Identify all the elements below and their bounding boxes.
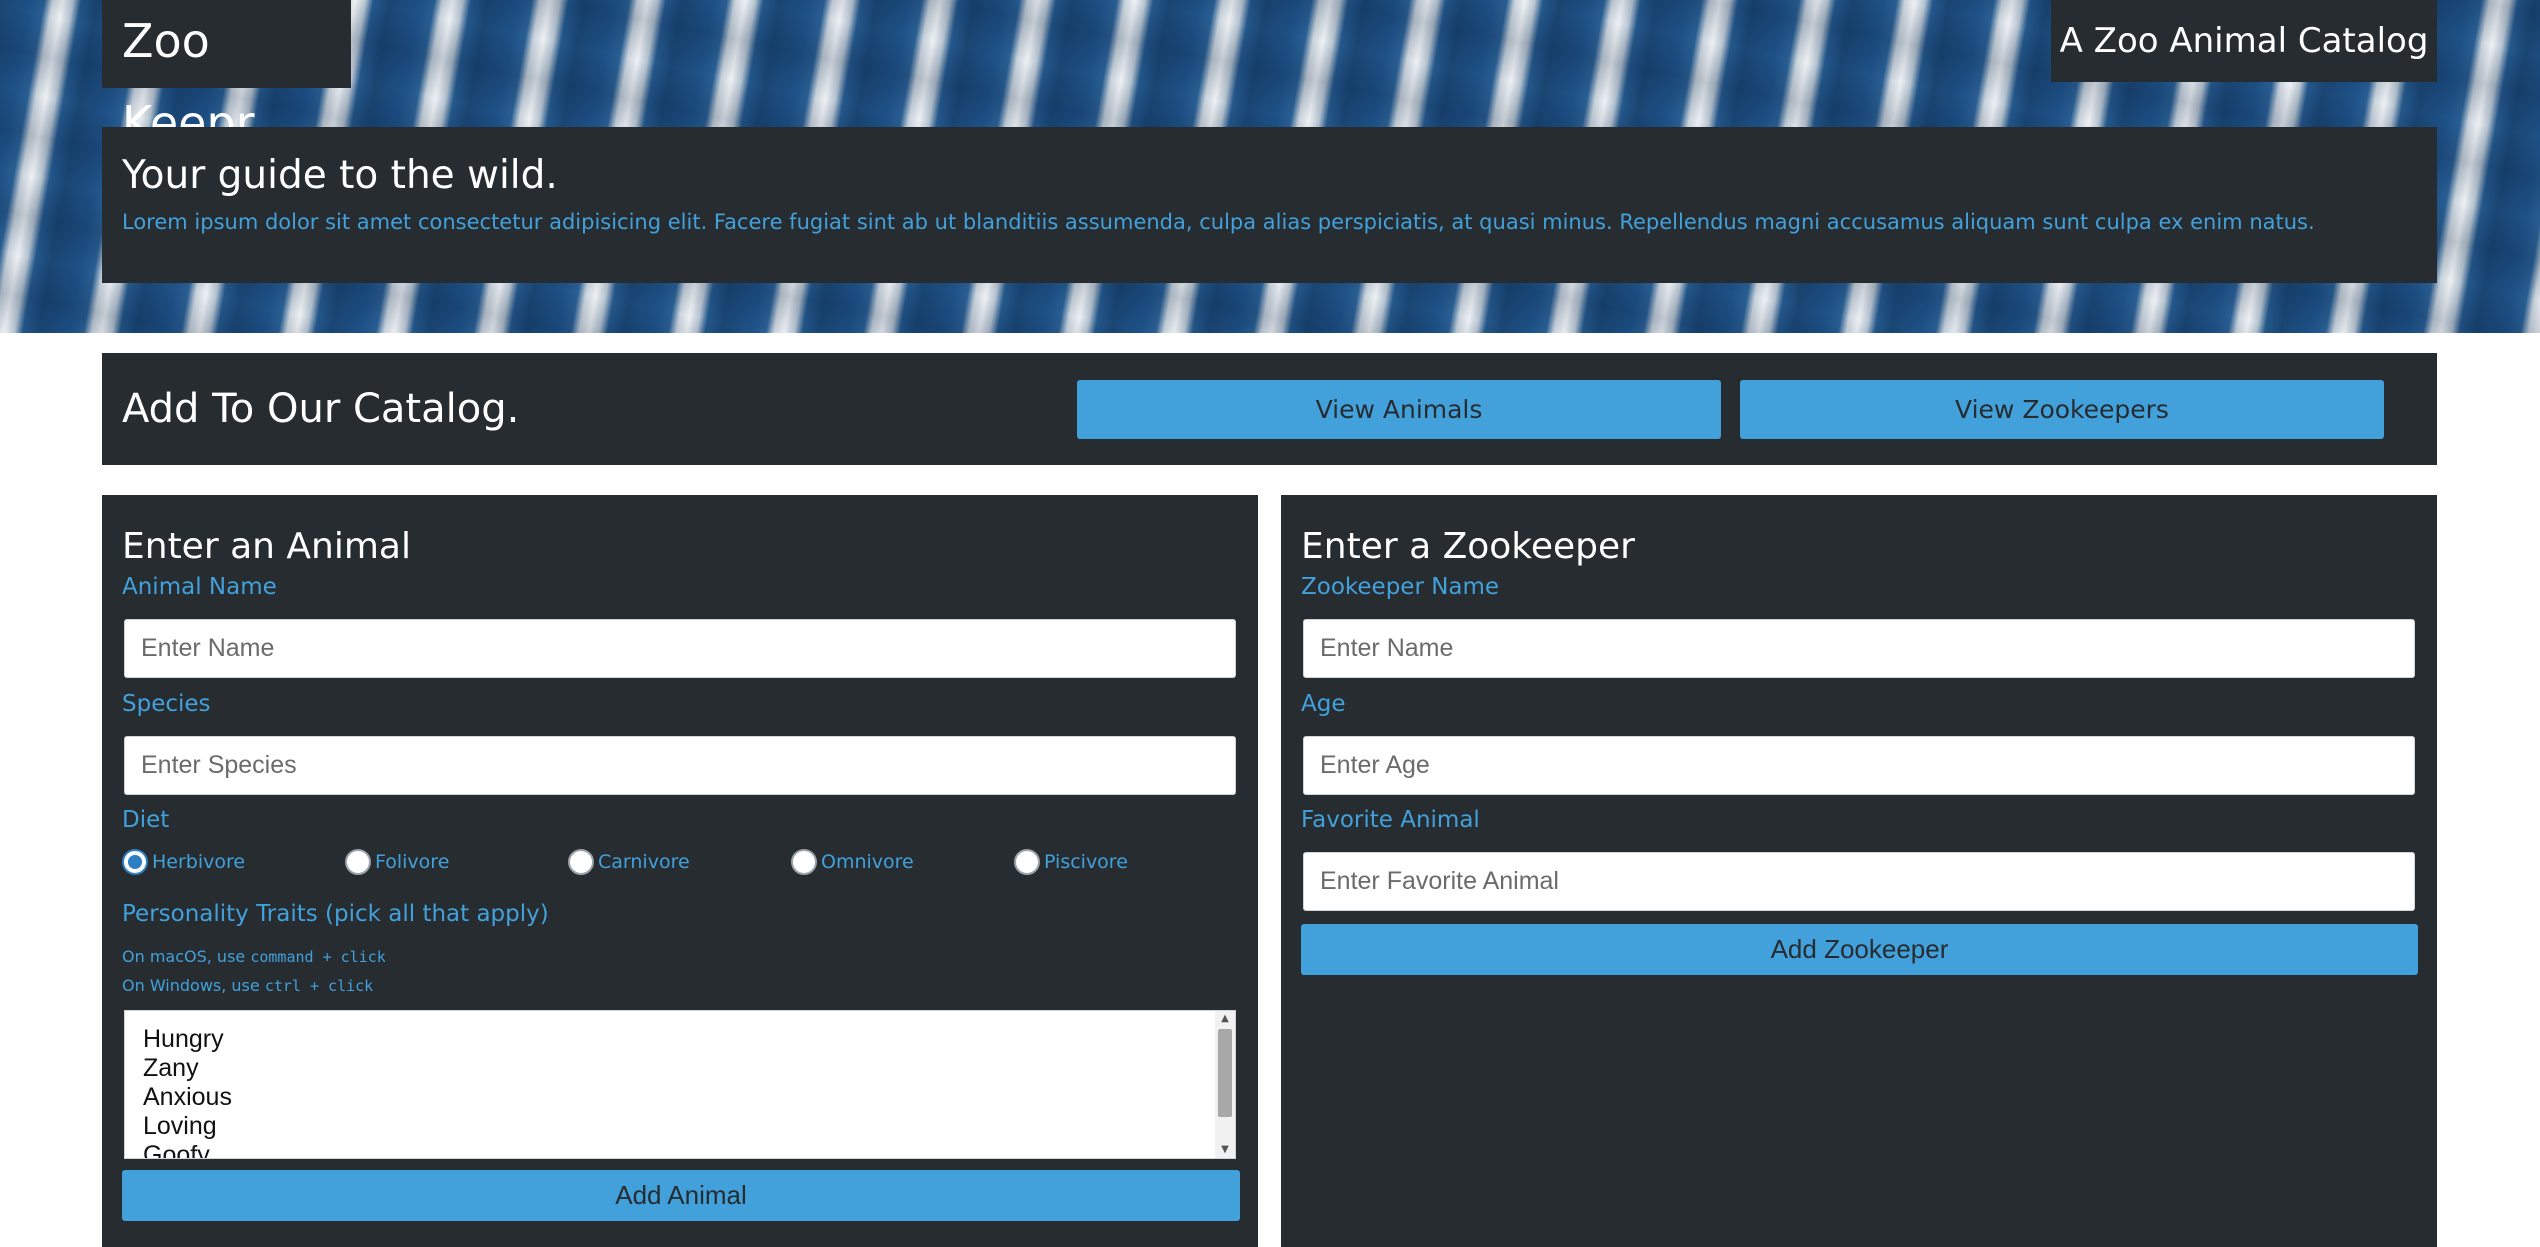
diet-option-label: Omnivore [821, 851, 914, 873]
intro-text: Lorem ipsum dolor sit amet consectetur a… [122, 210, 2315, 234]
windows-hint-code: ctrl + click [264, 977, 374, 995]
zookeeper-form-title: Enter a Zookeeper [1301, 526, 1635, 567]
scroll-thumb[interactable] [1218, 1029, 1232, 1117]
windows-hint: On Windows, use ctrl + click [122, 975, 373, 997]
trait-option[interactable]: Zany [143, 1054, 1235, 1083]
radio-checked-icon[interactable] [122, 849, 148, 875]
animal-form: Enter an Animal Animal Name Species Diet… [102, 495, 1258, 1247]
trait-option[interactable]: Hungry [143, 1025, 1235, 1054]
mac-hint: On macOS, use command + click [122, 946, 386, 968]
radio-unchecked-icon[interactable] [568, 849, 594, 875]
animal-name-input[interactable] [124, 619, 1236, 678]
diet-option-carnivore[interactable]: Carnivore [568, 847, 690, 877]
diet-option-label: Folivore [375, 851, 450, 873]
radio-unchecked-icon[interactable] [791, 849, 817, 875]
species-label: Species [122, 691, 211, 717]
intro-title: Your guide to the wild. [122, 153, 558, 198]
brand-logo[interactable]: Zoo Keepr [102, 0, 351, 150]
personality-traits-label: Personality Traits (pick all that apply) [122, 901, 549, 927]
mac-hint-code: command + click [250, 948, 386, 966]
mac-hint-prefix: On macOS, use [122, 947, 251, 966]
radio-unchecked-icon[interactable] [345, 849, 371, 875]
trait-option[interactable]: Goofy [143, 1141, 1235, 1158]
add-animal-button[interactable]: Add Animal [122, 1170, 1240, 1221]
catalog-bar: Add To Our Catalog. View Animals View Zo… [102, 353, 2437, 465]
scroll-down-arrow-icon[interactable]: ▼ [1215, 1142, 1235, 1158]
site-tagline: A Zoo Animal Catalog [2051, 0, 2437, 82]
traits-scrollbar[interactable]: ▲ ▼ [1215, 1011, 1235, 1158]
radio-unchecked-icon[interactable] [1014, 849, 1040, 875]
favorite-animal-label: Favorite Animal [1301, 807, 1480, 833]
intro-card: Your guide to the wild. Lorem ipsum dolo… [102, 127, 2437, 283]
diet-radio-group: Herbivore Folivore Carnivore Omnivore Pi… [122, 847, 1234, 877]
diet-option-piscivore[interactable]: Piscivore [1014, 847, 1128, 877]
favorite-animal-input[interactable] [1303, 852, 2415, 911]
trait-option[interactable]: Anxious [143, 1083, 1235, 1112]
animal-form-title: Enter an Animal [122, 526, 411, 567]
diet-option-label: Herbivore [152, 851, 246, 873]
zookeeper-form: Enter a Zookeeper Zookeeper Name Age Fav… [1281, 495, 2437, 1247]
personality-traits-select[interactable]: Hungry Zany Anxious Loving Goofy ▲ ▼ [124, 1010, 1236, 1159]
diet-option-omnivore[interactable]: Omnivore [791, 847, 914, 877]
diet-option-folivore[interactable]: Folivore [345, 847, 449, 877]
windows-hint-prefix: On Windows, use [122, 976, 265, 995]
scroll-up-arrow-icon[interactable]: ▲ [1215, 1011, 1235, 1027]
traits-list: Hungry Zany Anxious Loving Goofy [125, 1011, 1235, 1158]
view-zookeepers-button[interactable]: View Zookeepers [1740, 380, 2384, 439]
trait-option[interactable]: Loving [143, 1112, 1235, 1141]
diet-option-label: Piscivore [1044, 851, 1128, 873]
diet-option-herbivore[interactable]: Herbivore [122, 847, 245, 877]
view-animals-button[interactable]: View Animals [1077, 380, 1721, 439]
zookeeper-name-label: Zookeeper Name [1301, 574, 1500, 600]
age-label: Age [1301, 691, 1346, 717]
zookeeper-name-input[interactable] [1303, 619, 2415, 678]
diet-label: Diet [122, 807, 170, 833]
age-input[interactable] [1303, 736, 2415, 795]
hero-banner: Zoo Keepr A Zoo Animal Catalog Your guid… [0, 0, 2540, 333]
add-zookeeper-button[interactable]: Add Zookeeper [1301, 924, 2418, 975]
catalog-title: Add To Our Catalog. [122, 386, 520, 432]
animal-name-label: Animal Name [122, 574, 277, 600]
diet-option-label: Carnivore [598, 851, 690, 873]
species-input[interactable] [124, 736, 1236, 795]
